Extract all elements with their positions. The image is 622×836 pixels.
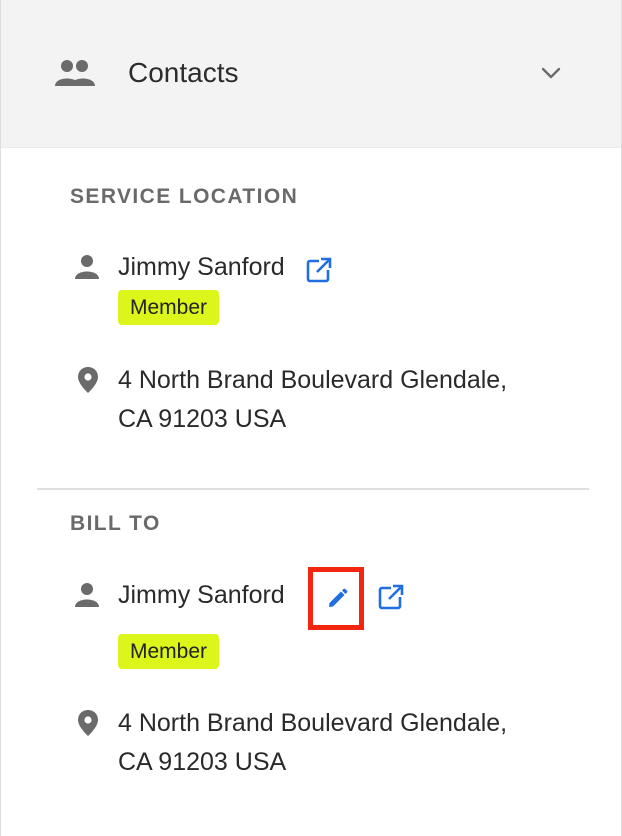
contacts-title: Contacts (128, 57, 239, 88)
pencil-icon (329, 588, 348, 607)
section-divider (37, 488, 589, 490)
location-pin-icon (78, 367, 98, 393)
chevron-down-icon[interactable] (538, 62, 564, 84)
people-icon (55, 60, 95, 86)
edit-contact-button[interactable] (308, 567, 364, 630)
open-external-icon[interactable] (305, 256, 333, 284)
location-pin-icon (78, 710, 98, 736)
member-badge: Member (118, 634, 220, 669)
service-location-label: SERVICE LOCATION (70, 185, 299, 208)
member-badge: Member (118, 290, 220, 325)
bill-to-address-line2: CA 91203 USA (118, 748, 287, 776)
contacts-panel: Contacts SERVICE LOCATION Jimmy Sanford … (0, 0, 622, 836)
service-location-address-line1: 4 North Brand Boulevard Glendale, (118, 366, 508, 394)
contacts-accordion-header[interactable]: Contacts (1, 0, 621, 148)
person-icon (75, 583, 99, 607)
bill-to-address-line1: 4 North Brand Boulevard Glendale, (118, 709, 508, 737)
bill-to-label: BILL TO (70, 512, 161, 535)
bill-to-contact-name: Jimmy Sanford (118, 581, 285, 609)
open-external-icon[interactable] (377, 583, 405, 611)
service-location-address-line2: CA 91203 USA (118, 405, 287, 433)
person-icon (75, 255, 99, 279)
service-location-contact-name: Jimmy Sanford (118, 253, 285, 281)
